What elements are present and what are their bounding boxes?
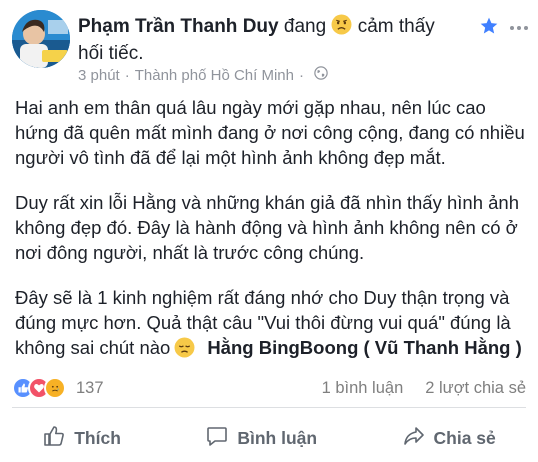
like-label: Thích [74, 427, 121, 448]
post-paragraph: Hai anh em thân quá lâu ngày mới gặp nha… [15, 97, 525, 168]
like-button[interactable]: Thích [42, 424, 121, 453]
post-timestamp[interactable]: 3 phút [78, 67, 120, 84]
meta-separator: · [124, 66, 130, 84]
comment-bubble-icon [205, 424, 229, 453]
sad-face-icon [331, 14, 352, 42]
thumbs-up-icon [42, 424, 66, 453]
reaction-icons[interactable] [12, 377, 66, 399]
post-header: Phạm Trần Thanh Duy đang cảm thấy hối ti… [78, 14, 463, 66]
post-stats: 1 bình luận 2 lượt chia sẻ [322, 379, 526, 398]
meta-separator-2: · [298, 66, 304, 84]
comment-count[interactable]: 1 bình luận [322, 379, 404, 398]
comment-button[interactable]: Bình luận [205, 424, 317, 453]
share-arrow-icon [402, 424, 426, 453]
post-meta: 3 phút · Thành phố Hồ Chí Minh · [78, 66, 328, 84]
favorite-star-icon[interactable] [479, 16, 499, 36]
post-actions: Thích Bình luận Chia sẻ [0, 420, 538, 456]
feeling-prefix: đang [283, 16, 327, 37]
share-button[interactable]: Chia sẻ [402, 424, 496, 453]
sad-icon [44, 377, 66, 399]
share-label: Chia sẻ [433, 427, 496, 448]
author-name[interactable]: Phạm Trần Thanh Duy [78, 16, 279, 37]
share-count[interactable]: 2 lượt chia sẻ [425, 379, 526, 398]
more-options-icon[interactable] [510, 26, 528, 30]
post-location[interactable]: Thành phố Hồ Chí Minh [135, 67, 294, 84]
avatar-image [12, 10, 70, 68]
mention-link[interactable]: Hằng BingBoong ( Vũ Thanh Hằng ) [207, 337, 521, 358]
author-avatar[interactable] [12, 10, 70, 68]
post-paragraph-last: Đây sẽ là 1 kinh nghiệm rất đáng nhớ cho… [15, 285, 530, 364]
comment-label: Bình luận [237, 427, 318, 448]
reaction-count[interactable]: 137 [76, 379, 104, 398]
reaction-summary: 137 1 bình luận 2 lượt chia sẻ [12, 377, 526, 399]
post-paragraph: Duy rất xin lỗi Hằng và những khán giả đ… [15, 192, 519, 263]
actions-divider [12, 407, 526, 408]
post-body: Hai anh em thân quá lâu ngày mới gặp nha… [15, 95, 530, 364]
disappointed-face-icon [174, 337, 195, 364]
globe-icon [314, 66, 328, 84]
